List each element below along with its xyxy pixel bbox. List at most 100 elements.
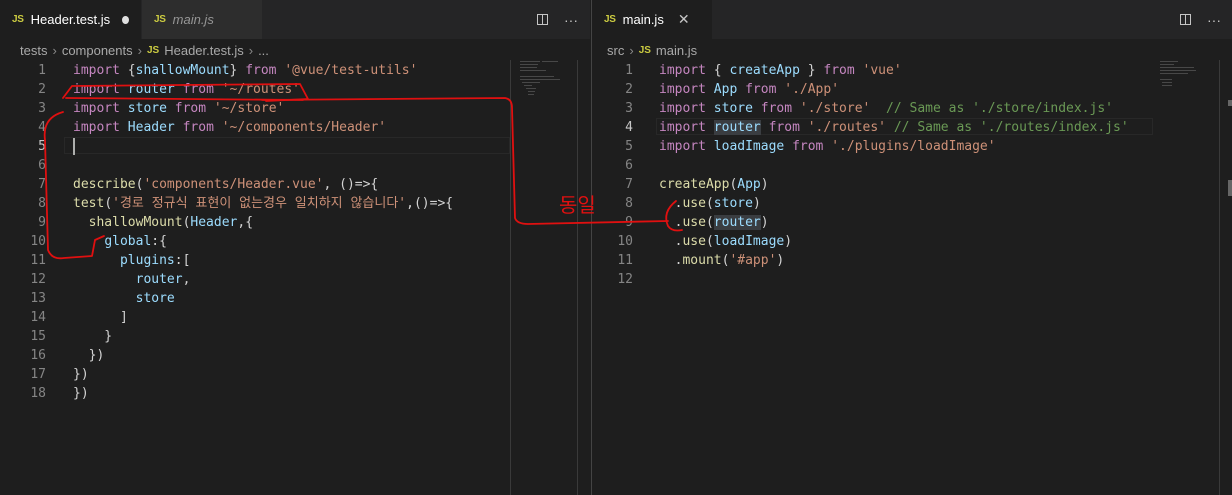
code-line[interactable]: 7 describe('components/Header.vue', ()=>{	[0, 175, 590, 194]
code-token: {	[705, 63, 730, 78]
code-line[interactable]: 7 createApp(App)	[592, 175, 1232, 194]
code-token: use	[682, 215, 706, 230]
tab-main-js[interactable]: JS main.js ✕	[592, 0, 712, 39]
split-editor-icon[interactable]	[1180, 14, 1191, 25]
line-number: 6	[625, 158, 633, 173]
code-token: './routes'	[807, 120, 887, 135]
line-code: import store from './store' // Same as '…	[659, 99, 1113, 118]
code-line[interactable]: 8 test('경로 정규식 표현이 없는경우 일치하지 않습니다',()=>{	[0, 194, 590, 213]
line-code: import {shallowMount} from '@vue/test-ut…	[73, 61, 417, 80]
code-token: ,	[182, 272, 191, 287]
close-icon[interactable]: ✕	[678, 11, 690, 28]
code-token: import	[659, 101, 706, 116]
code-line[interactable]: 16 })	[0, 346, 590, 365]
code-line[interactable]: 4 import Header from '~/components/Header…	[0, 118, 590, 137]
line-code: shallowMount(Header,{	[73, 213, 253, 232]
code-token: }	[229, 63, 246, 78]
code-line[interactable]: 10 global:{	[0, 232, 590, 251]
code-token: :[	[174, 253, 191, 268]
line-number: 1	[625, 63, 633, 78]
editor-actions: ···	[1180, 0, 1221, 39]
code-line[interactable]: 1 import {shallowMount} from '@vue/test-u…	[0, 61, 590, 80]
breadcrumb-item[interactable]: src	[607, 43, 624, 58]
more-actions-icon[interactable]: ···	[1207, 12, 1221, 28]
chevron-right-icon: ›	[137, 42, 142, 58]
line-code: })	[73, 346, 105, 365]
code-token: 'components/Header.vue'	[143, 177, 324, 192]
code-line[interactable]: 13 store	[0, 289, 590, 308]
minimap[interactable]	[1158, 60, 1228, 100]
code-token: createApp	[729, 63, 800, 78]
code-line[interactable]: 12 router,	[0, 270, 590, 289]
breadcrumb-item[interactable]: components	[62, 43, 133, 58]
code-token: shallowMount	[88, 215, 183, 230]
code-line[interactable]: 3 import store from './store' // Same as …	[592, 99, 1232, 118]
code-line[interactable]: 5 import loadImage from './plugins/loadIm…	[592, 137, 1232, 156]
code-line[interactable]: 9 shallowMount(Header,{	[0, 213, 590, 232]
code-line[interactable]: 14 ]	[0, 308, 590, 327]
split-editor-icon[interactable]	[537, 14, 548, 25]
code-line[interactable]: 5	[0, 137, 590, 156]
more-actions-icon[interactable]: ···	[564, 12, 578, 28]
code-line[interactable]: 4 import router from './routes' // Same a…	[592, 118, 1232, 137]
left-editor-pane: JS Header.test.js JS main.js ··· tests ›…	[0, 0, 590, 495]
code-token: store	[127, 101, 167, 116]
tab-main-js[interactable]: JS main.js	[142, 0, 262, 39]
code-line[interactable]: 11 plugins:[	[0, 251, 590, 270]
line-code: test('경로 정규식 표현이 없는경우 일치하지 않습니다',()=>{	[73, 194, 453, 213]
code-token: from	[182, 120, 214, 135]
line-number: 3	[625, 101, 633, 116]
code-line[interactable]: 15 }	[0, 327, 590, 346]
code-line[interactable]: 12	[592, 270, 1232, 289]
unsaved-dot-icon[interactable]	[122, 15, 129, 24]
code-token: import	[659, 63, 706, 78]
code-line[interactable]: 2 import router from '~/routes'	[0, 80, 590, 99]
line-code: .use(store)	[659, 194, 761, 213]
code-line[interactable]: 8 .use(store)	[592, 194, 1232, 213]
line-number: 10	[617, 234, 633, 249]
code-token: plugins	[119, 253, 175, 268]
scrollbar-track[interactable]	[577, 60, 578, 495]
scrollbar-track[interactable]	[1219, 60, 1220, 495]
code-line[interactable]: 6	[0, 156, 590, 175]
line-number: 17	[30, 367, 46, 382]
line-code: import Header from '~/components/Header'	[73, 118, 386, 137]
line-code: import router from '~/routes'	[73, 80, 300, 99]
breadcrumb-item[interactable]: Header.test.js	[164, 43, 244, 58]
code-line[interactable]: 2 import App from './App'	[592, 80, 1232, 99]
js-file-icon: JS	[146, 44, 160, 56]
breadcrumb-item[interactable]: tests	[20, 43, 47, 58]
breadcrumb: src › JS main.js	[607, 39, 697, 61]
code-line[interactable]: 9 .use(router)	[592, 213, 1232, 232]
code-line[interactable]: 6	[592, 156, 1232, 175]
code-token: import	[73, 63, 120, 78]
line-code: import router from './routes' // Same as…	[659, 118, 1129, 137]
code-line[interactable]: 11 .mount('#app')	[592, 251, 1232, 270]
code-line[interactable]: 3 import store from '~/store'	[0, 99, 590, 118]
line-number: 6	[38, 158, 46, 173]
code-line[interactable]: 18})	[0, 384, 590, 403]
code-token: '~/routes'	[221, 82, 301, 97]
code-line[interactable]: 10 .use(loadImage)	[592, 232, 1232, 251]
breadcrumb-item[interactable]: ...	[258, 43, 269, 58]
code-token: import	[659, 120, 706, 135]
code-token: from	[823, 63, 855, 78]
code-token: )	[784, 234, 793, 249]
line-code: plugins:[	[73, 251, 190, 270]
line-code: store	[73, 289, 175, 308]
code-line[interactable]: 1 import { createApp } from 'vue'	[592, 61, 1232, 80]
code-token: store	[713, 196, 753, 211]
tab-header-test-js[interactable]: JS Header.test.js	[0, 0, 141, 39]
code-line[interactable]: 17})	[0, 365, 590, 384]
breadcrumb-item[interactable]: main.js	[656, 43, 697, 58]
code-token: // Same as './store/index.js'	[886, 101, 1113, 116]
line-number: 7	[38, 177, 46, 192]
